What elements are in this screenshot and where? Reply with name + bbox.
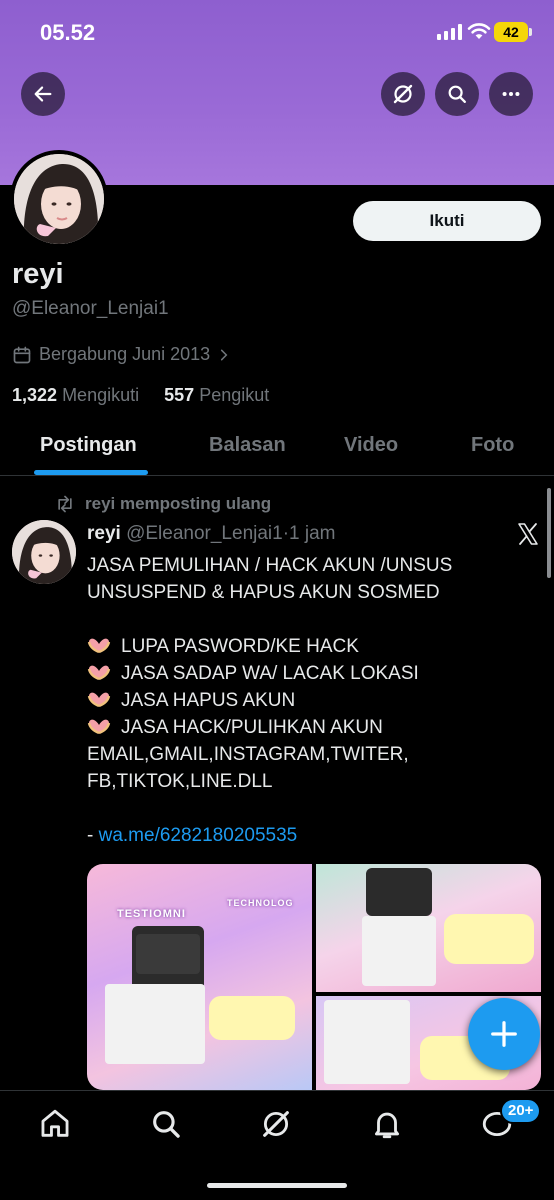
media-chat-mock [324, 1000, 410, 1084]
post-line: UNSUSPEND & HAPUS AKUN SOSMED [87, 582, 440, 603]
cellular-signal-icon [437, 24, 462, 40]
explore-icon[interactable] [149, 1107, 183, 1141]
post-avatar-image [12, 520, 76, 584]
media-caption-chip [209, 996, 295, 1040]
profile-name: reyi [12, 258, 64, 290]
avatar-image [14, 154, 104, 244]
heart-hands-icon [87, 719, 111, 734]
messages-badge: 20+ [500, 1098, 542, 1124]
join-date[interactable]: Bergabung Juni 2013 [12, 344, 231, 365]
post-line: EMAIL,GMAIL,INSTAGRAM,TWITER, [87, 744, 409, 765]
grok-button[interactable] [381, 72, 425, 116]
post-line: JASA HACK/PULIHKAN AKUN [121, 717, 383, 738]
post-line: LUPA PASWORD/KE HACK [121, 636, 359, 657]
post-header: reyi @Eleanor_Lenjai1·1 jam [87, 523, 336, 545]
followers-label: Pengikut [199, 385, 270, 405]
post-link[interactable]: wa.me/6282180205535 [99, 825, 298, 846]
profile-handle: @Eleanor_Lenjai1 [12, 298, 169, 319]
repost-context[interactable]: reyi memposting ulang [55, 494, 271, 514]
post-body: JASA PEMULIHAN / HACK AKUN /UNSUS UNSUSP… [87, 552, 537, 849]
media-image-1[interactable]: TESTIOMNI TECHNOLOG [87, 864, 312, 1090]
home-icon[interactable] [38, 1107, 72, 1141]
repost-label: reyi memposting ulang [85, 494, 272, 513]
post-author-name[interactable]: reyi [87, 523, 121, 544]
chevron-right-icon [221, 349, 228, 360]
post-media-grid[interactable]: TESTIOMNI TECHNOLOG [87, 864, 541, 1090]
post-line: JASA PEMULIHAN / HACK AKUN /UNSUS [87, 555, 453, 576]
compose-button[interactable] [468, 998, 540, 1070]
post-line: JASA HAPUS AKUN [121, 690, 296, 711]
search-button[interactable] [435, 72, 479, 116]
heart-hands-icon [87, 638, 111, 653]
media-image-2[interactable] [316, 864, 541, 992]
media-title: TECHNOLOG [227, 898, 294, 908]
home-indicator [207, 1183, 347, 1188]
media-phone-mock [366, 868, 432, 916]
join-date-text: Bergabung Juni 2013 [39, 344, 211, 364]
post-time: 1 jam [289, 523, 336, 544]
following-label: Mengikuti [62, 385, 140, 405]
calendar-icon [13, 346, 31, 363]
more-icon [502, 91, 520, 97]
notifications-icon[interactable] [370, 1107, 404, 1141]
status-time: 05.52 [40, 20, 96, 45]
tab-video[interactable]: Video [344, 434, 398, 457]
back-arrow-icon [34, 86, 52, 102]
post-dash: - [87, 825, 99, 846]
media-chat-mock [362, 916, 436, 986]
active-tab-indicator [34, 470, 148, 475]
post-line: FB,TIKTOK,LINE.DLL [87, 771, 273, 792]
post-author-handle[interactable]: @Eleanor_Lenjai1 [126, 523, 283, 544]
media-caption-chip [444, 914, 534, 964]
grok-nav-icon[interactable] [259, 1107, 293, 1141]
media-title: TESTIOMNI [117, 908, 186, 920]
followers-count: 557 [164, 385, 195, 405]
x-logo-icon [518, 523, 538, 545]
repost-icon [58, 495, 72, 513]
wifi-icon [467, 23, 491, 39]
media-chat-mock [105, 984, 205, 1064]
heart-hands-icon [87, 665, 111, 680]
tab-balasan[interactable]: Balasan [209, 434, 286, 457]
scrollbar[interactable] [547, 488, 551, 578]
grok-icon [393, 84, 413, 104]
follow-counts: 1,322 Mengikuti 557 Pengikut [12, 385, 269, 406]
follow-button[interactable]: Ikuti [353, 201, 541, 241]
search-icon [448, 85, 466, 103]
compose-plus-icon [491, 1021, 517, 1047]
following-link[interactable]: 1,322 Mengikuti [12, 385, 139, 405]
more-options-button[interactable] [489, 72, 533, 116]
heart-hands-icon [87, 692, 111, 707]
followers-link[interactable]: 557 Pengikut [164, 385, 269, 405]
battery-indicator: 42 [494, 22, 532, 42]
post-author-avatar[interactable] [12, 520, 76, 584]
profile-tabs: Postingan Balasan Video Foto [0, 420, 554, 476]
post-line: JASA SADAP WA/ LACAK LOKASI [121, 663, 419, 684]
tab-postingan[interactable]: Postingan [40, 434, 137, 457]
tab-foto[interactable]: Foto [471, 434, 514, 457]
status-bar: 05.52 42 [0, 0, 554, 60]
following-count: 1,322 [12, 385, 58, 405]
back-button[interactable] [21, 72, 65, 116]
profile-avatar[interactable] [10, 150, 108, 248]
